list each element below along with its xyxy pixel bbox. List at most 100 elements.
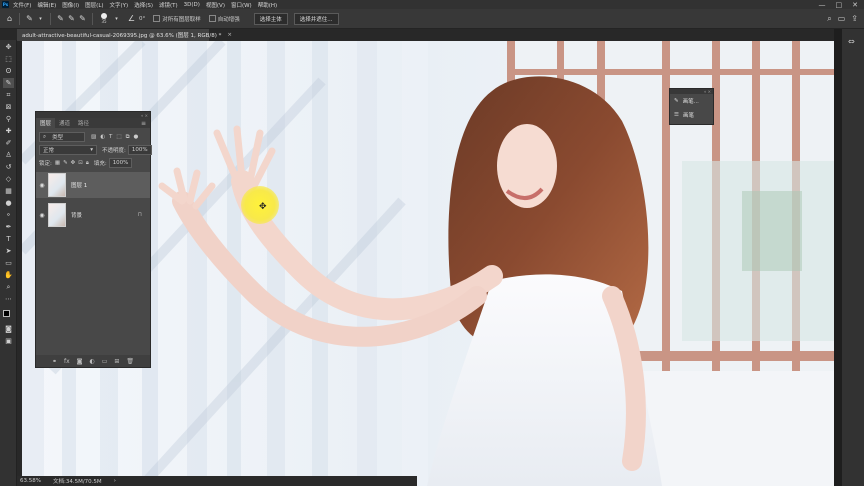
eye-icon[interactable]: ◉ (36, 182, 48, 189)
filter-toggle-icon[interactable]: ● (134, 134, 139, 141)
tab-channels[interactable]: 通道 (55, 118, 74, 128)
menu-layer[interactable]: 图层(L) (85, 1, 103, 9)
quick-selection-tool-preset-icon[interactable]: ✎ (24, 13, 35, 24)
move-tool-icon[interactable]: ✥ (3, 42, 14, 52)
share-icon[interactable]: ⇪ (851, 14, 858, 24)
menu-select[interactable]: 选择(S) (134, 1, 153, 9)
zoom-level[interactable]: 63.58% (20, 478, 41, 484)
opacity-field[interactable]: 100% (127, 145, 152, 155)
fill-field[interactable]: 100% (108, 158, 133, 168)
brushes-item[interactable]: ☰ 画笔 (670, 108, 713, 122)
options-right-icons: ⌕ ▭ ⇪ (827, 14, 858, 24)
minimize-button[interactable]: — (819, 1, 826, 9)
angle-value[interactable]: 0° (139, 16, 145, 22)
dodge-tool-icon[interactable]: ⚬ (3, 210, 14, 220)
menu-help[interactable]: 帮助(H) (258, 1, 277, 9)
sample-all-layers-checkbox[interactable]: 对所有图层取样 (153, 15, 201, 23)
filter-smart-object-icon[interactable]: ⧉ (126, 134, 130, 141)
link-layers-icon[interactable]: ⚭ (52, 358, 57, 365)
menu-3d[interactable]: 3D(D) (184, 2, 200, 8)
healing-brush-tool-icon[interactable]: ✚ (3, 126, 14, 136)
chevron-down-icon[interactable]: ▾ (111, 13, 122, 24)
quick-mask-icon[interactable]: ◙ (3, 324, 14, 334)
filter-type-icon[interactable]: T (109, 134, 112, 141)
search-icon[interactable]: ⌕ (827, 14, 831, 24)
new-group-icon[interactable]: ▭ (102, 358, 108, 365)
workspace-icon[interactable]: ▭ (838, 14, 846, 24)
close-tab-icon[interactable]: × (227, 32, 232, 38)
auto-enhance-checkbox[interactable]: 自动增强 (208, 15, 240, 23)
collapse-panels-icon[interactable]: ⇔ (848, 37, 855, 46)
subtract-from-selection-icon[interactable]: ✎ (77, 13, 88, 24)
select-and-mask-button[interactable]: 选择并遮住... (293, 12, 339, 25)
lasso-tool-icon[interactable]: ʘ (3, 66, 14, 76)
screen-mode-icon[interactable]: ▣ (3, 336, 14, 346)
new-selection-icon[interactable]: ✎ (55, 13, 66, 24)
layer-filter-select[interactable]: ⌕ 类型 (39, 132, 85, 142)
menu-image[interactable]: 图像(I) (62, 1, 79, 9)
panel-menu-icon[interactable]: ≡ (137, 118, 150, 128)
select-subject-button[interactable]: 选择主体 (253, 12, 288, 25)
pen-tool-icon[interactable]: ✒ (3, 222, 14, 232)
fx-icon[interactable]: fx (64, 358, 70, 365)
lock-all-icon[interactable]: 🔒︎ (86, 160, 89, 167)
filter-adjustment-icon[interactable]: ◐ (100, 134, 105, 141)
lock-transparent-icon[interactable]: ▦ (55, 160, 60, 167)
menu-view[interactable]: 视图(V) (206, 1, 225, 9)
panel-tabs: 图层 通道 路径 ≡ (36, 118, 150, 128)
menu-window[interactable]: 窗口(W) (231, 1, 252, 9)
add-mask-icon[interactable]: ◙ (77, 358, 83, 365)
eraser-tool-icon[interactable]: ◇ (3, 174, 14, 184)
path-selection-tool-icon[interactable]: ➤ (3, 246, 14, 256)
close-window-button[interactable]: ✕ (852, 1, 858, 9)
blend-mode-select[interactable]: 正常 ▾ (39, 145, 97, 155)
menu-file[interactable]: 文件(F) (13, 1, 31, 9)
hand-tool-icon[interactable]: ✋ (3, 270, 14, 280)
frame-tool-icon[interactable]: ⊠ (3, 102, 14, 112)
foreground-color-swatch[interactable] (3, 310, 10, 317)
menu-type[interactable]: 文字(Y) (110, 1, 129, 9)
layer-name: 背景 (71, 213, 83, 219)
tab-layers[interactable]: 图层 (36, 118, 56, 128)
blur-tool-icon[interactable]: ● (3, 198, 14, 208)
brush-settings-item[interactable]: ✎ 画笔... (670, 94, 713, 108)
layer-row[interactable]: ◉ 背景 ⊓ (36, 202, 150, 228)
blend-row: 正常 ▾ 不透明度: 100% (36, 145, 153, 155)
adjustment-layer-icon[interactable]: ◐ (89, 358, 94, 365)
menu-edit[interactable]: 编辑(E) (37, 1, 56, 9)
photoshop-app-icon[interactable]: Ps (2, 1, 9, 8)
lock-pixels-icon[interactable]: ✎ (63, 160, 68, 167)
shape-tool-icon[interactable]: ▭ (3, 258, 14, 268)
brush-tool-icon[interactable]: ✐ (3, 138, 14, 148)
filter-shape-icon[interactable]: ⬚ (116, 134, 121, 141)
eye-icon[interactable]: ◉ (36, 212, 48, 219)
lock-artboard-icon[interactable]: ⊡ (78, 160, 83, 167)
document-tab[interactable]: adult-attractive-beautiful-casual-206939… (17, 29, 232, 41)
delete-layer-icon[interactable]: 🗑︎ (126, 358, 134, 365)
type-tool-icon[interactable]: T (3, 234, 14, 244)
history-brush-tool-icon[interactable]: ↺ (3, 162, 14, 172)
gradient-tool-icon[interactable]: ▦ (3, 186, 14, 196)
chevron-down-icon[interactable]: ▾ (35, 13, 46, 24)
more-tools-icon[interactable]: ⋯ (3, 294, 14, 304)
new-layer-icon[interactable]: ⊞ (114, 358, 119, 365)
layer-thumbnail (48, 173, 66, 197)
home-icon[interactable]: ⌂ (4, 13, 15, 24)
filter-icons: ▨ ◐ T ⬚ ⧉ ● (91, 134, 138, 141)
tab-paths[interactable]: 路径 (74, 118, 93, 128)
zoom-tool-icon[interactable]: ⌕ (3, 282, 14, 292)
menu-filter[interactable]: 滤镜(T) (159, 1, 178, 9)
layer-row[interactable]: ◉ 图层 1 (36, 172, 150, 198)
clone-stamp-tool-icon[interactable]: ♙ (3, 150, 14, 160)
marquee-tool-icon[interactable]: ⬚ (3, 54, 14, 64)
lock-position-icon[interactable]: ✥ (71, 160, 76, 167)
brush-size-picker[interactable]: 35 (101, 13, 107, 24)
right-panel-dock: ⇔ (842, 29, 864, 486)
status-arrow-icon[interactable]: › (114, 478, 116, 484)
crop-tool-icon[interactable]: ⌗ (3, 90, 14, 100)
eyedropper-tool-icon[interactable]: ⚲ (3, 114, 14, 124)
maximize-button[interactable]: □ (836, 1, 843, 9)
quick-selection-tool-icon[interactable]: ✎ (3, 78, 14, 88)
filter-pixel-icon[interactable]: ▨ (91, 134, 96, 141)
add-to-selection-icon[interactable]: ✎ (66, 13, 77, 24)
